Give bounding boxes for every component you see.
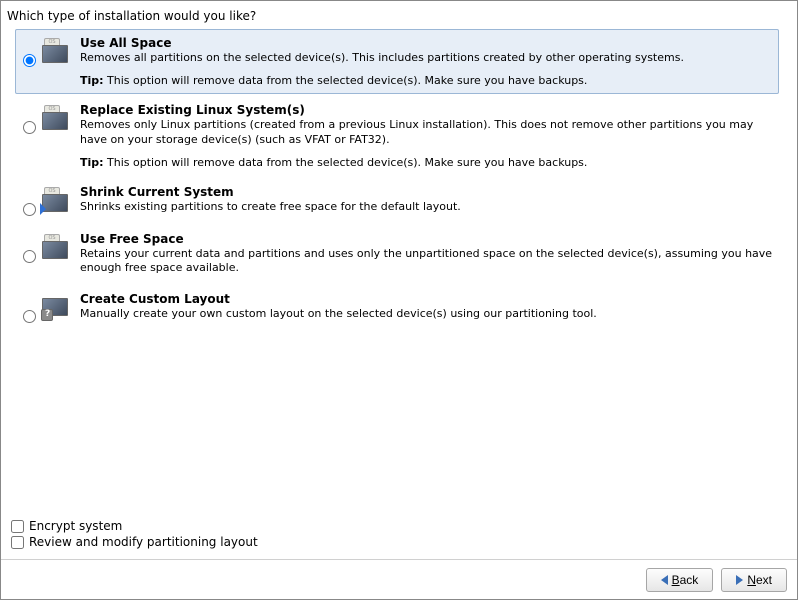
extra-options: Encrypt system Review and modify partiti… <box>11 519 258 551</box>
radio-shrink-current[interactable] <box>23 203 36 216</box>
option-desc: Retains your current data and partitions… <box>80 247 774 277</box>
disk-shrink-icon: OS <box>42 187 68 213</box>
disk-icon: OS <box>42 234 68 260</box>
back-button[interactable]: Back <box>646 568 714 592</box>
radio-replace-existing[interactable] <box>23 121 36 134</box>
option-tip: Tip: This option will remove data from t… <box>80 156 774 169</box>
option-desc: Manually create your own custom layout o… <box>80 307 774 322</box>
option-tip: Tip: This option will remove data from t… <box>80 74 774 87</box>
page-title: Which type of installation would you lik… <box>1 1 797 27</box>
radio-create-custom[interactable] <box>23 310 36 323</box>
option-title: Replace Existing Linux System(s) <box>80 103 774 117</box>
option-use-all-space[interactable]: OS Use All Space Removes all partitions … <box>15 29 779 94</box>
option-desc: Shrinks existing partitions to create fr… <box>80 200 774 215</box>
checkbox-review-row[interactable]: Review and modify partitioning layout <box>11 535 258 549</box>
disk-icon: OS <box>42 38 68 64</box>
checkbox-review[interactable] <box>11 536 24 549</box>
checkbox-review-label: Review and modify partitioning layout <box>29 535 258 549</box>
installation-options: OS Use All Space Removes all partitions … <box>1 27 797 330</box>
option-title: Use Free Space <box>80 232 774 246</box>
disk-custom-icon <box>42 294 68 320</box>
option-title: Shrink Current System <box>80 185 774 199</box>
option-title: Use All Space <box>80 36 774 50</box>
radio-use-free-space[interactable] <box>23 250 36 263</box>
option-desc: Removes only Linux partitions (created f… <box>80 118 774 148</box>
option-use-free-space[interactable]: OS Use Free Space Retains your current d… <box>15 225 779 284</box>
next-button[interactable]: Next <box>721 568 787 592</box>
footer: Back Next <box>1 559 797 599</box>
option-shrink-current[interactable]: OS Shrink Current System Shrinks existin… <box>15 178 779 223</box>
back-label-rest: ack <box>680 573 699 587</box>
arrow-right-icon <box>736 575 743 585</box>
option-title: Create Custom Layout <box>80 292 774 306</box>
option-create-custom[interactable]: Create Custom Layout Manually create you… <box>15 285 779 330</box>
checkbox-encrypt[interactable] <box>11 520 24 533</box>
option-desc: Removes all partitions on the selected d… <box>80 51 774 66</box>
checkbox-encrypt-row[interactable]: Encrypt system <box>11 519 258 533</box>
disk-icon: OS <box>42 105 68 131</box>
option-replace-existing[interactable]: OS Replace Existing Linux System(s) Remo… <box>15 96 779 176</box>
arrow-left-icon <box>661 575 668 585</box>
checkbox-encrypt-label: Encrypt system <box>29 519 122 533</box>
next-label-rest: ext <box>756 573 772 587</box>
radio-use-all-space[interactable] <box>23 54 36 67</box>
